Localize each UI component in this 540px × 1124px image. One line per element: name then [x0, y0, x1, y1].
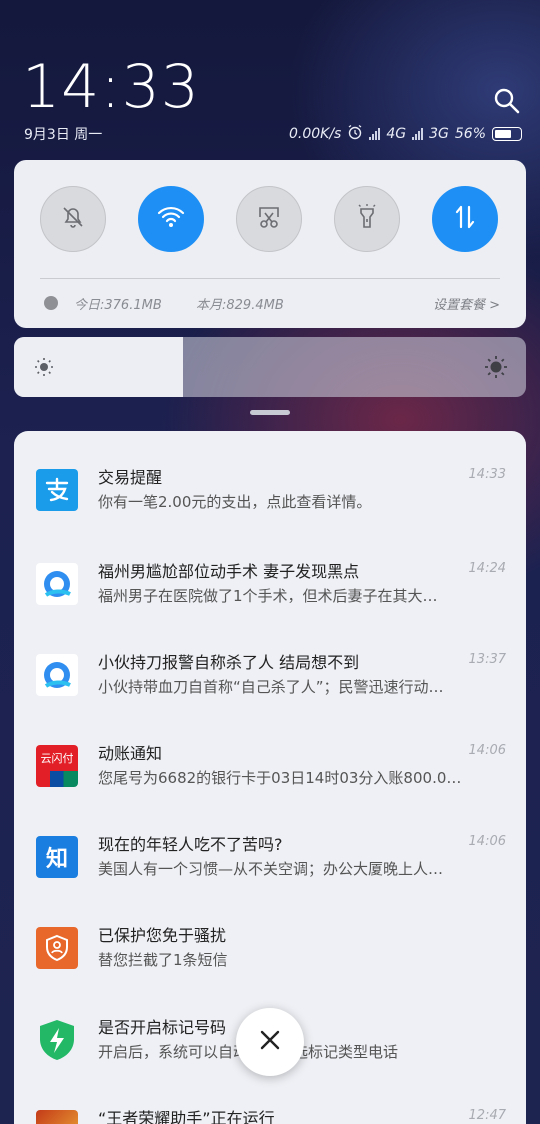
quick-settings-panel: 今日:376.1MB 本月:829.4MB 设置套餐 >	[14, 160, 526, 328]
notification-item[interactable]: 小伙持刀报警自称杀了人 结局想不到 13:37 小伙持带血刀自首称“自己杀了人”…	[14, 616, 526, 708]
battery-percent: 56%	[454, 126, 486, 142]
clock-time: 14:33	[22, 52, 200, 122]
flashlight-icon	[354, 203, 380, 235]
signal-icon	[412, 128, 424, 140]
notification-body: 小伙持带血刀自首称“自己杀了人”；民警迅速行动…	[98, 678, 444, 696]
notification-item[interactable]: 福州男尴尬部位动手术 妻子发现黑点 14:24 福州男子在医院做了1个手术，但术…	[14, 525, 526, 617]
notification-item[interactable]: 云闪付 动账通知 14:06 您尾号为6682的银行卡于03日14时03分入账8…	[14, 707, 526, 799]
shield-bolt-icon	[36, 1019, 78, 1061]
brightness-low-icon	[34, 357, 54, 377]
notification-time: 14:06	[468, 834, 506, 849]
data-usage-icon	[44, 296, 58, 310]
browser-icon	[36, 563, 78, 605]
network-type-2: 3G	[429, 126, 449, 142]
game-icon	[36, 1110, 78, 1124]
data-today: 今日:376.1MB	[74, 298, 162, 313]
browser-icon	[36, 654, 78, 696]
data-month: 本月:829.4MB	[196, 298, 284, 313]
notification-title: 动账通知	[98, 744, 163, 763]
network-type-1: 4G	[386, 126, 407, 142]
unionpay-icon-label: 云闪付	[36, 745, 78, 771]
notification-time: 13:37	[468, 652, 506, 667]
status-bar: 9月3日 周一 0.00K/s 4G 3G 56%	[24, 124, 522, 144]
notification-title: 已保护您免于骚扰	[98, 926, 227, 945]
close-icon	[259, 1029, 281, 1055]
notification-body: 美国人有一个习惯—从不关空调；办公大厦晚上人…	[98, 860, 444, 878]
notification-item[interactable]: 已保护您免于骚扰 替您拦截了1条短信	[14, 889, 526, 981]
flashlight-toggle[interactable]	[334, 186, 400, 252]
notification-body: 替您拦截了1条短信	[98, 951, 228, 969]
notification-item[interactable]: “王者荣耀助手”正在运行 12:47	[14, 1072, 526, 1124]
mobile-data-toggle[interactable]	[432, 186, 498, 252]
notification-time: 14:24	[468, 561, 506, 576]
notification-item[interactable]: 知 现在的年轻人吃不了苦吗? 14:06 美国人有一个习惯—从不关空调；办公大厦…	[14, 798, 526, 890]
notification-time: 12:47	[468, 1108, 506, 1123]
zhihu-icon: 知	[36, 836, 78, 878]
notification-body: 您尾号为6682的银行卡于03日14时03分入账800.0…	[98, 769, 462, 787]
alipay-icon	[36, 469, 78, 511]
data-usage-row: 今日:376.1MB 本月:829.4MB 设置套餐 >	[44, 294, 500, 314]
brightness-high-icon	[484, 355, 508, 379]
divider	[40, 278, 500, 279]
shield-user-icon	[36, 927, 78, 969]
notification-time: 14:33	[468, 467, 506, 482]
network-speed: 0.00K/s	[288, 126, 342, 142]
notification-title: 是否开启标记号码	[98, 1018, 227, 1037]
scissors-screenshot-icon	[255, 203, 283, 235]
wifi-icon	[156, 204, 186, 234]
battery-icon	[492, 127, 522, 141]
notification-title: “王者荣耀助手”正在运行	[98, 1109, 275, 1124]
drag-handle[interactable]	[250, 410, 290, 415]
plan-settings-link[interactable]: 设置套餐 >	[433, 294, 500, 313]
notification-title: 福州男尴尬部位动手术 妻子发现黑点	[98, 562, 360, 581]
unionpay-icon: 云闪付	[36, 745, 78, 787]
mute-toggle[interactable]	[40, 186, 106, 252]
data-arrows-icon	[453, 203, 477, 235]
signal-icon	[369, 128, 381, 140]
clear-all-button[interactable]	[236, 1008, 304, 1076]
notification-body: 福州男子在医院做了1个手术，但术后妻子在其大…	[98, 587, 438, 605]
status-indicators: 0.00K/s 4G 3G 56%	[289, 124, 522, 144]
date-text: 9月3日 周一	[24, 127, 103, 143]
notification-title: 交易提醒	[98, 468, 163, 487]
brightness-slider[interactable]	[14, 337, 526, 397]
alarm-icon	[347, 124, 363, 144]
notification-title: 现在的年轻人吃不了苦吗?	[98, 835, 283, 854]
notification-item[interactable]: 交易提醒 14:33 你有一笔2.00元的支出，点此查看详情。	[14, 431, 526, 523]
screenshot-toggle[interactable]	[236, 186, 302, 252]
notification-body: 你有一笔2.00元的支出，点此查看详情。	[98, 493, 372, 511]
notification-time: 14:06	[468, 743, 506, 758]
wifi-toggle[interactable]	[138, 186, 204, 252]
notification-title: 小伙持刀报警自称杀了人 结局想不到	[98, 653, 360, 672]
bell-off-icon	[60, 204, 86, 234]
search-icon[interactable]	[493, 87, 521, 115]
